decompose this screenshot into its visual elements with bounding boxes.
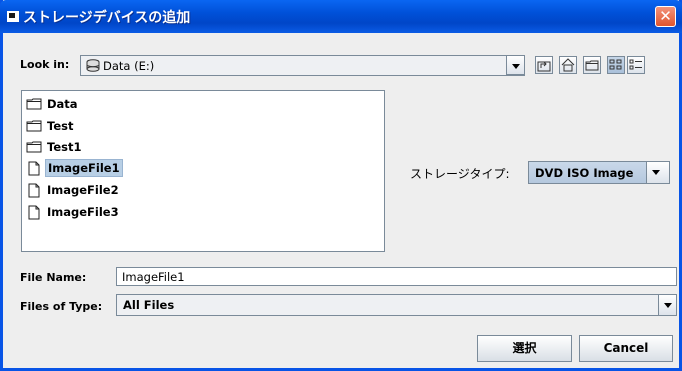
- list-view-button[interactable]: [607, 56, 625, 74]
- list-item[interactable]: ImageFile2: [26, 180, 121, 199]
- up-folder-icon: [537, 61, 551, 72]
- file-name-input[interactable]: ImageFile1: [116, 267, 677, 286]
- details-view-button[interactable]: [627, 56, 645, 74]
- java-window-icon: [7, 11, 19, 22]
- list-item-selected[interactable]: ImageFile1: [26, 158, 123, 177]
- file-name: Test1: [47, 139, 82, 154]
- storage-type-label: ストレージタイプ:: [410, 167, 510, 181]
- look-in-dropdown-arrow[interactable]: [506, 55, 525, 75]
- file-name-value: ImageFile1: [122, 270, 185, 284]
- look-in-label: Look in:: [20, 58, 70, 71]
- file-icon: [26, 205, 42, 220]
- storage-type-combo[interactable]: DVD ISO Image: [528, 161, 670, 184]
- list-view-icon: [609, 59, 622, 70]
- file-list[interactable]: Data Test Test1 ImageFile1 ImageFile2 Im…: [21, 90, 385, 252]
- window-title: ストレージデバイスの追加: [23, 10, 191, 26]
- new-folder-icon: [585, 60, 599, 71]
- cancel-button[interactable]: Cancel: [579, 335, 673, 362]
- file-name: ImageFile3: [47, 204, 119, 219]
- look-in-combo[interactable]: Data (E:): [80, 55, 525, 76]
- close-button[interactable]: ✕: [655, 6, 676, 27]
- add-storage-device-dialog: ストレージデバイスの追加 ✕ Look in: Data (E:) Data T…: [0, 0, 682, 371]
- details-view-icon: [629, 59, 642, 70]
- file-name: Data: [47, 96, 78, 111]
- file-name: Test: [47, 118, 74, 133]
- files-of-type-dropdown-arrow[interactable]: [658, 294, 677, 316]
- storage-type-value: DVD ISO Image: [535, 166, 634, 180]
- files-of-type-label: Files of Type:: [20, 300, 103, 313]
- file-icon: [26, 161, 42, 176]
- files-of-type-combo[interactable]: All Files: [116, 294, 677, 316]
- list-item[interactable]: Data: [26, 94, 80, 113]
- file-name: ImageFile2: [47, 182, 119, 197]
- title-bar[interactable]: ストレージデバイスの追加 ✕: [0, 0, 682, 33]
- list-item[interactable]: ImageFile3: [26, 202, 121, 221]
- folder-icon: [26, 119, 42, 132]
- file-name: ImageFile1: [45, 158, 123, 177]
- home-icon: [561, 58, 575, 72]
- look-in-value: Data (E:): [103, 59, 155, 73]
- home-button[interactable]: [559, 56, 577, 74]
- list-item[interactable]: Test1: [26, 137, 83, 156]
- storage-type-dropdown-arrow[interactable]: [646, 161, 670, 184]
- file-icon: [26, 183, 42, 198]
- folder-icon: [26, 140, 42, 153]
- folder-icon: [26, 97, 42, 110]
- file-name-label: File Name:: [20, 271, 87, 284]
- up-one-level-button[interactable]: [535, 56, 553, 74]
- drive-icon: [86, 59, 100, 75]
- new-folder-button[interactable]: [583, 56, 601, 74]
- select-button[interactable]: 選択: [477, 335, 572, 362]
- files-of-type-value: All Files: [123, 298, 175, 312]
- list-item[interactable]: Test: [26, 116, 75, 135]
